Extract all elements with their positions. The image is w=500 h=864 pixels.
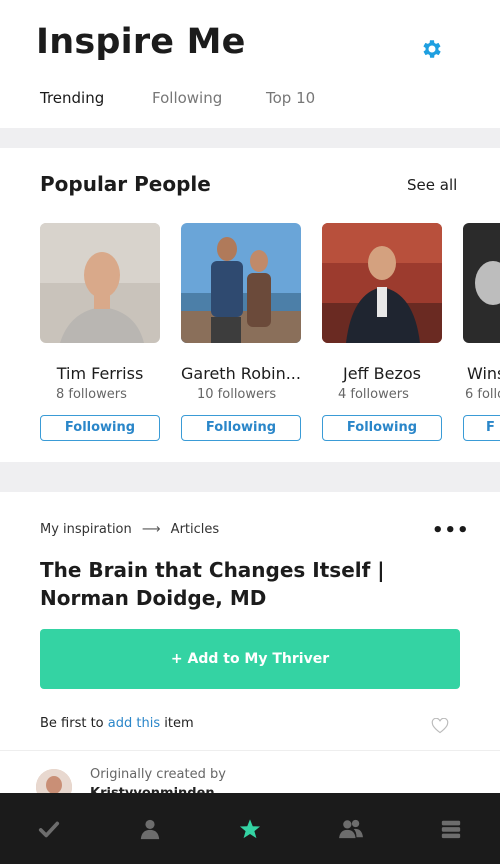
following-button[interactable]: Following — [181, 415, 301, 441]
person-name: Tim Ferriss — [56, 364, 144, 383]
see-all-link[interactable]: See all — [407, 176, 457, 194]
person-name: Gareth Robin... — [181, 364, 301, 383]
person-card[interactable]: Jeff Bezos 4 followers Following — [322, 223, 442, 441]
person-followers: 8 followers — [56, 387, 127, 402]
person-photo[interactable] — [322, 223, 442, 343]
person-followers: 6 follo — [465, 387, 500, 402]
person-name: Jeff Bezos — [342, 364, 421, 383]
be-first-text: Be first to add this item — [40, 716, 194, 731]
add-this-link[interactable]: add this — [108, 716, 160, 731]
breadcrumb-root[interactable]: My inspiration — [40, 522, 132, 537]
gear-icon[interactable] — [420, 37, 444, 61]
created-by-label: Originally created by — [90, 767, 226, 782]
section-title: Popular People — [40, 172, 211, 196]
app-title: Inspire Me — [36, 22, 246, 62]
section-divider — [0, 128, 500, 148]
breadcrumb-leaf[interactable]: Articles — [171, 522, 219, 537]
person-photo[interactable] — [181, 223, 301, 343]
breadcrumb: My inspiration ⟶ Articles — [40, 522, 219, 537]
person-photo[interactable] — [463, 223, 500, 343]
add-to-thriver-button[interactable]: + Add to My Thriver — [40, 629, 460, 689]
person-followers: 4 followers — [338, 387, 409, 402]
following-button[interactable]: Following — [322, 415, 442, 441]
article-title[interactable]: The Brain that Changes Itself | Norman D… — [40, 556, 460, 612]
group-icon[interactable] — [338, 818, 364, 840]
person-card[interactable]: Gareth Robin... 10 followers Following — [181, 223, 301, 441]
tab-top-10[interactable]: Top 10 — [266, 89, 315, 107]
section-divider — [0, 462, 500, 492]
person-followers: 10 followers — [197, 387, 277, 402]
header: Inspire Me Trending Following Top 10 — [0, 0, 500, 128]
following-button[interactable]: F — [463, 415, 500, 441]
tab-following[interactable]: Following — [152, 89, 222, 107]
be-first-prefix: Be first to — [40, 716, 108, 731]
check-icon[interactable] — [38, 818, 60, 840]
article-card: My inspiration ⟶ Articles ••• The Brain … — [0, 492, 500, 805]
bottom-nav — [0, 793, 500, 864]
be-first-suffix: item — [160, 716, 194, 731]
person-card[interactable]: Tim Ferriss 8 followers Following — [40, 223, 160, 441]
divider — [0, 750, 500, 751]
following-button[interactable]: Following — [40, 415, 160, 441]
star-icon[interactable] — [239, 818, 261, 840]
more-options-icon[interactable]: ••• — [432, 520, 470, 541]
popular-people-section: Popular People See all Tim Ferriss 8 fol… — [0, 148, 500, 462]
arrow-right-icon: ⟶ — [141, 522, 161, 537]
person-card[interactable]: Wins 6 follo F — [463, 223, 500, 441]
heart-icon[interactable] — [431, 718, 449, 734]
stack-icon[interactable] — [440, 818, 462, 840]
person-icon[interactable] — [139, 818, 161, 840]
person-name: Wins — [467, 364, 500, 383]
person-photo[interactable] — [40, 223, 160, 343]
tab-trending[interactable]: Trending — [40, 89, 104, 107]
